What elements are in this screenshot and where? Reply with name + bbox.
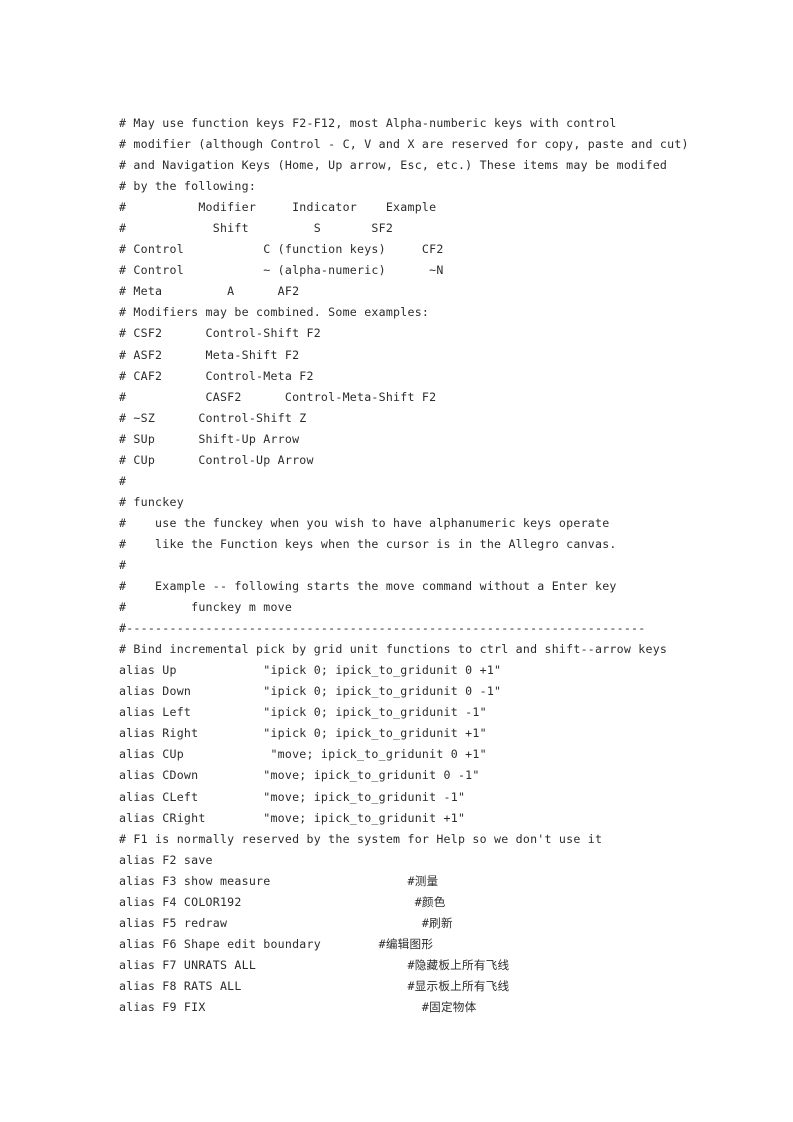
code-line: # Modifier Indicator Example [119, 200, 437, 215]
code-line: alias CDown "move; ipick_to_gridunit 0 -… [119, 768, 480, 783]
code-line: alias Up "ipick 0; ipick_to_gridunit 0 +… [119, 663, 502, 678]
code-line: # like the Function keys when the cursor… [119, 536, 617, 551]
code-line: alias Left "ipick 0; ipick_to_gridunit -… [119, 705, 487, 720]
code-line: # CSF2 Control-Shift F2 [119, 326, 321, 341]
config-text-listing[interactable]: # May use function keys F2-F12, most Alp… [119, 113, 759, 1018]
code-line: #---------------------------------------… [119, 621, 646, 636]
code-line: # modifier (although Control - C, V and … [119, 137, 689, 152]
code-line: alias CUp "move; ipick_to_gridunit 0 +1" [119, 747, 487, 762]
code-line: # Control C (function keys) CF2 [119, 242, 444, 257]
code-line: # use the funckey when you wish to have … [119, 515, 610, 530]
code-line: alias F7 UNRATS ALL #隐藏板上所有飞线 [119, 957, 510, 972]
code-line: # [119, 557, 127, 572]
code-line: alias F4 COLOR192 #颜色 [119, 894, 446, 909]
code-line: # [119, 473, 127, 488]
code-line: # CASF2 Control-Meta-Shift F2 [119, 389, 437, 404]
code-line: alias CRight "move; ipick_to_gridunit +1… [119, 810, 466, 825]
code-line: # funckey [119, 494, 184, 509]
code-line: alias Right "ipick 0; ipick_to_gridunit … [119, 726, 487, 741]
code-line: # ~SZ Control-Shift Z [119, 410, 307, 425]
code-line: alias F5 redraw #刷新 [119, 915, 453, 930]
code-line: alias F8 RATS ALL #显示板上所有飞线 [119, 978, 510, 993]
code-line: # Modifiers may be combined. Some exampl… [119, 305, 430, 320]
code-line: # Shift S SF2 [119, 221, 394, 236]
code-line: alias Down "ipick 0; ipick_to_gridunit 0… [119, 684, 502, 699]
code-line: # F1 is normally reserved by the system … [119, 831, 603, 846]
code-line: # CUp Control-Up Arrow [119, 452, 314, 467]
code-line: # funckey m move [119, 600, 293, 615]
code-line: # and Navigation Keys (Home, Up arrow, E… [119, 158, 668, 173]
code-line: # SUp Shift-Up Arrow [119, 431, 300, 446]
code-line: # by the following: [119, 179, 257, 194]
code-line: # Bind incremental pick by grid unit fun… [119, 642, 668, 657]
document-page: # May use function keys F2-F12, most Alp… [0, 0, 793, 1122]
code-line: # Example -- following starts the move c… [119, 579, 617, 594]
code-line: alias CLeft "move; ipick_to_gridunit -1" [119, 789, 466, 804]
code-line: # Control ~ (alpha-numeric) ~N [119, 263, 444, 278]
code-line: alias F9 FIX #固定物体 [119, 999, 477, 1014]
code-line: alias F3 show measure #测量 [119, 873, 439, 888]
code-line: alias F6 Shape edit boundary #编辑图形 [119, 936, 434, 951]
code-line: # CAF2 Control-Meta F2 [119, 368, 314, 383]
code-line: alias F2 save [119, 852, 213, 867]
code-line: # May use function keys F2-F12, most Alp… [119, 116, 617, 130]
code-line: # Meta A AF2 [119, 284, 300, 299]
code-line: # ASF2 Meta-Shift F2 [119, 347, 300, 362]
